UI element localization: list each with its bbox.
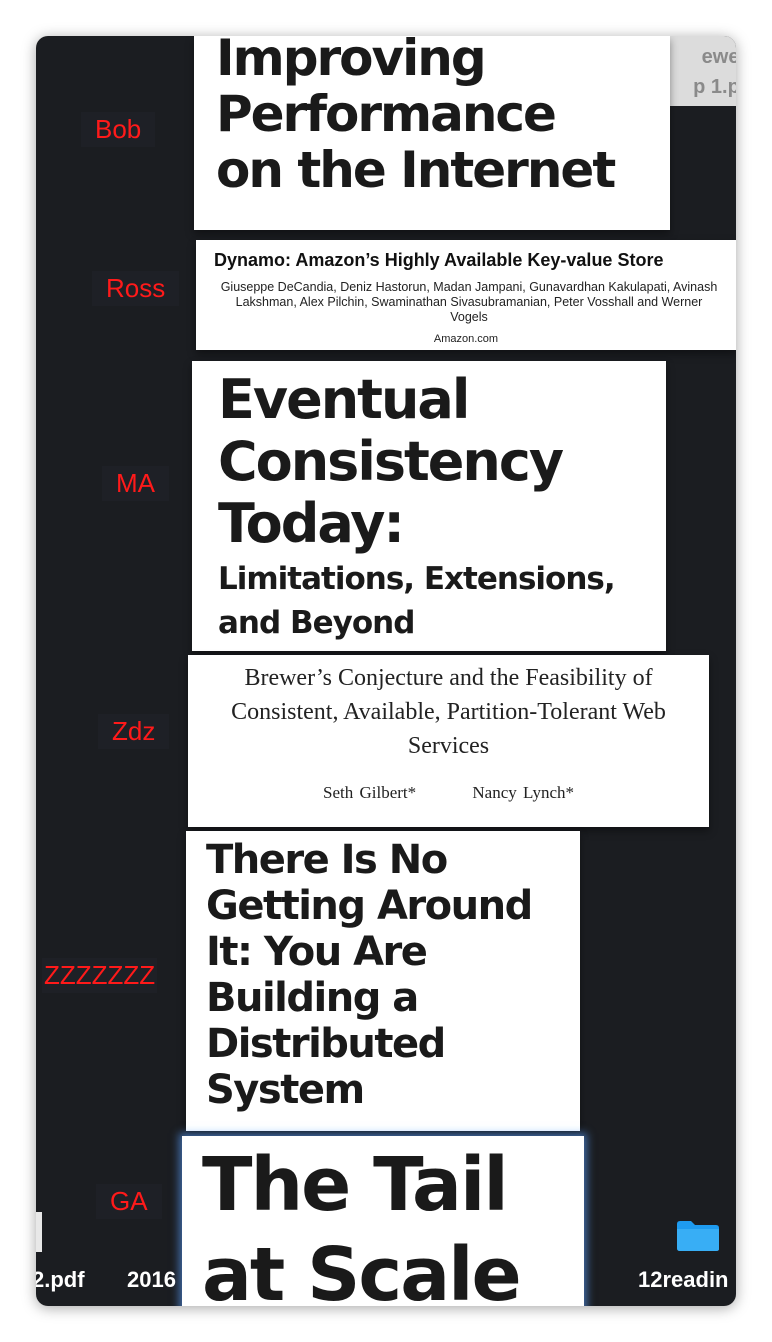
document-title: Eventual Consistency Today:	[218, 368, 564, 555]
tag-label-zdz: Zdz	[98, 714, 170, 749]
tag-label-ross: Ross	[92, 271, 180, 306]
file-name-label[interactable]: 2.pdf	[36, 1267, 85, 1293]
document-title: Brewer’s Conjecture and the Feasibility …	[231, 665, 666, 759]
document-title: Improving Performance on the Internet	[216, 36, 616, 199]
thumbnail-text: p 1.pd	[693, 76, 736, 98]
document-authors: Seth Gilbert* Nancy Lynch*	[323, 783, 574, 802]
file-name-label[interactable]: 12readin	[638, 1267, 729, 1293]
document-title: The Tail at Scale	[202, 1142, 522, 1306]
document-thumbnail-dynamo[interactable]: Dynamo: Amazon’s Highly Available Key-va…	[196, 240, 736, 350]
folder-icon[interactable]	[676, 1220, 720, 1252]
document-icon[interactable]	[36, 1212, 42, 1252]
thumbnail-text: ewer'	[701, 46, 736, 68]
document-authors: Giuseppe DeCandia, Deniz Hastorun, Madan…	[220, 280, 718, 324]
tag-label-ma: MA	[102, 466, 169, 501]
document-thumbnail-distributed-system[interactable]: There Is No Getting Around It: You Are B…	[186, 831, 580, 1131]
document-title: Dynamo: Amazon’s Highly Available Key-va…	[214, 250, 664, 270]
tag-label-zzzzzzz: ZZZZZZZ	[42, 958, 158, 993]
tag-label-bob: Bob	[81, 112, 156, 147]
document-subtitle: Limitations, Extensions, and Beyond	[218, 561, 616, 641]
tag-label-ga: GA	[96, 1184, 162, 1219]
finder-window: ewer' p 1.pd Improving Performance on th…	[36, 36, 736, 1306]
document-thumbnail-improving-performance[interactable]: Improving Performance on the Internet	[194, 36, 670, 230]
document-title: There Is No Getting Around It: You Are B…	[206, 837, 533, 1113]
document-thumbnail-tail-at-scale[interactable]: The Tail at Scale	[182, 1136, 584, 1306]
document-affiliation: Amazon.com	[433, 333, 499, 345]
file-name-label[interactable]: 2016	[127, 1267, 176, 1293]
file-thumbnail-brewer-partial[interactable]: ewer' p 1.pd	[670, 36, 736, 106]
document-thumbnail-brewers-conjecture[interactable]: Brewer’s Conjecture and the Feasibility …	[188, 655, 709, 827]
document-thumbnail-eventual-consistency[interactable]: Eventual Consistency Today: Limitations,…	[192, 361, 666, 651]
